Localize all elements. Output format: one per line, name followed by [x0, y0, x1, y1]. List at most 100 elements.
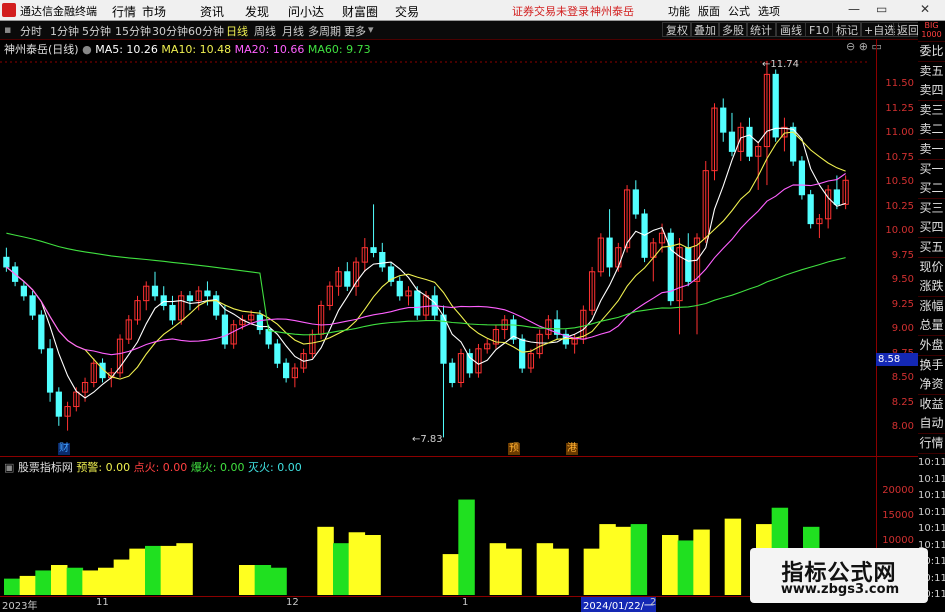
pane-divider	[0, 456, 918, 457]
side-panel-button[interactable]: 委比	[918, 42, 945, 62]
indicator-bar	[442, 554, 460, 595]
watermark-url: www.zbgs3.com	[780, 582, 900, 597]
chevron-down-icon[interactable]: ▾	[368, 23, 374, 36]
indicator-bar	[348, 532, 366, 595]
menu-item-formula[interactable]: 公式	[728, 3, 750, 19]
high-annotation: ←11.74	[762, 59, 800, 70]
period-tab-5m[interactable]: 5分钟	[82, 23, 111, 39]
indicator-toggle-icon[interactable]: ▣	[4, 461, 14, 474]
candlestick-series	[3, 60, 849, 438]
side-panel-button[interactable]: 总量	[918, 316, 945, 337]
side-panel-button[interactable]: 外盘	[918, 336, 945, 356]
event-marker-forecast[interactable]: 预	[508, 443, 520, 455]
period-tab-15m[interactable]: 15分钟	[115, 23, 151, 39]
draw-button[interactable]: 画线	[776, 22, 806, 37]
menu-item-layout[interactable]: 版面	[698, 3, 720, 19]
indicator-bar	[615, 526, 632, 595]
toolbar-square-icon[interactable]: ▪	[4, 23, 11, 36]
indicator-bar	[82, 570, 99, 595]
close-icon[interactable]: ✕	[920, 2, 930, 16]
indicator-bar	[239, 565, 256, 595]
adjust-button[interactable]: 复权	[662, 22, 692, 37]
candle-body	[20, 285, 27, 297]
candle-body	[29, 295, 36, 316]
indicator-bar	[19, 575, 37, 595]
price-axis-label: 11.00	[885, 127, 914, 138]
stock-link[interactable]: 神州泰岳	[590, 3, 634, 19]
side-panel-button[interactable]: 卖四	[918, 81, 945, 102]
side-panel-button[interactable]: 卖一	[918, 140, 945, 160]
side-panel-button[interactable]: 收益	[918, 394, 945, 415]
side-panel-button[interactable]: 买二	[918, 179, 945, 200]
menu-item-assistant[interactable]: 问小达	[288, 3, 324, 20]
side-panel-button[interactable]: 买三	[918, 198, 945, 219]
indicator-bar	[145, 545, 162, 595]
moving-average-lines	[6, 127, 846, 399]
vol-axis-10000: 10000	[882, 535, 914, 546]
ma10-line	[6, 131, 846, 380]
side-panel-button[interactable]: 现价	[918, 257, 945, 278]
f10-button[interactable]: F10	[805, 22, 834, 37]
period-tab-60m[interactable]: 60分钟	[188, 23, 224, 39]
indicator-bar	[113, 559, 131, 595]
menu-item-trade[interactable]: 交易	[395, 3, 419, 20]
candle-body	[606, 237, 613, 268]
ma20-line	[6, 173, 846, 356]
menu-item-wealth-circle[interactable]: 财富圈	[342, 3, 378, 20]
candle-body	[728, 131, 736, 152]
maximize-icon[interactable]: ▭	[876, 2, 887, 16]
candle-body	[414, 290, 421, 316]
period-tab-daily[interactable]: 日线	[226, 23, 248, 39]
side-panel-button[interactable]: 买一	[918, 159, 945, 180]
candle-body	[283, 362, 290, 379]
menu-item-markets[interactable]: 市场	[142, 3, 166, 20]
menu-item-market[interactable]: 行情	[112, 3, 136, 20]
period-tab-tick[interactable]: 分时	[20, 23, 42, 39]
side-panel-button[interactable]: 买四	[918, 218, 945, 239]
overlay-button[interactable]: 叠加	[690, 22, 720, 37]
side-panel-button[interactable]: 涨跌	[918, 277, 945, 298]
candle-body	[221, 314, 229, 345]
period-tab-weekly[interactable]: 周线	[254, 23, 276, 39]
indicator-bar	[317, 526, 334, 595]
minimize-icon[interactable]: —	[848, 2, 860, 16]
period-tab-30m[interactable]: 30分钟	[152, 23, 188, 39]
menu-item-news[interactable]: 资讯	[200, 3, 224, 20]
indicator-name[interactable]: 股票指标网	[18, 461, 73, 474]
side-panel-button[interactable]: 卖三	[918, 100, 945, 121]
vol-axis-20000: 20000	[882, 485, 914, 496]
event-marker-hk[interactable]: 港	[566, 443, 578, 455]
side-panel-button[interactable]: 卖二	[918, 120, 945, 141]
menu-item-options[interactable]: 选项	[758, 3, 780, 19]
menu-item-discover[interactable]: 发现	[245, 3, 269, 20]
candle-body	[169, 304, 176, 321]
tick-time-label: 10:11	[918, 457, 945, 468]
side-panel-button[interactable]: 涨幅	[918, 296, 945, 317]
period-tab-1m[interactable]: 1分钟	[50, 23, 79, 39]
price-axis-label: 10.75	[885, 151, 914, 163]
event-marker-finance[interactable]: 财	[58, 443, 70, 455]
candle-body	[798, 160, 806, 196]
indicator-bar	[677, 540, 695, 595]
indicator-bar	[505, 548, 522, 595]
side-panel-button[interactable]: 换手	[918, 355, 945, 376]
side-panel-button[interactable]: 行情	[918, 434, 945, 454]
login-warning[interactable]: 证券交易未登录	[512, 3, 589, 19]
kline-chart[interactable]	[0, 39, 918, 609]
indicator-bar	[364, 535, 381, 595]
period-tab-more[interactable]: 更多	[344, 23, 366, 39]
period-tab-multi[interactable]: 多周期	[308, 23, 341, 39]
tick-time-label: 10:11	[918, 506, 945, 518]
side-panel-button[interactable]: 买五	[918, 238, 945, 258]
period-tab-monthly[interactable]: 月线	[282, 23, 304, 39]
side-panel-button[interactable]: 卖五	[918, 61, 945, 82]
side-panel-button[interactable]: 净资	[918, 375, 945, 396]
candle-body	[807, 194, 814, 225]
mark-button[interactable]: 标记	[832, 22, 862, 37]
side-panel-button[interactable]: 自动	[918, 414, 945, 435]
multi-stock-button[interactable]: 多股	[718, 22, 748, 37]
indicator-bar	[98, 567, 115, 595]
menu-item-function[interactable]: 功能	[668, 3, 690, 19]
date-label-1: 1	[462, 597, 469, 608]
stats-button[interactable]: 统计	[746, 22, 776, 37]
